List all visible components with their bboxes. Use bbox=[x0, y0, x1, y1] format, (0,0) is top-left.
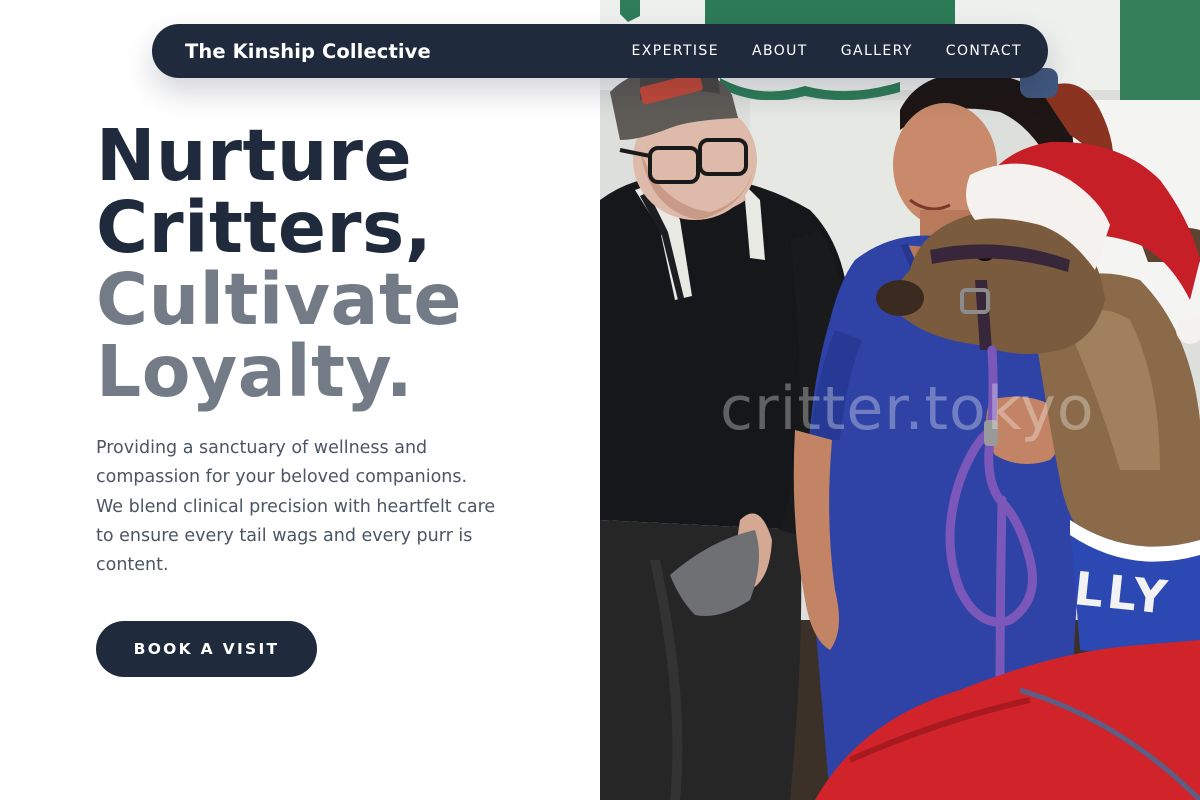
nav-link-contact[interactable]: CONTACT bbox=[946, 43, 1022, 59]
hero-headline: Nurture Critters, Cultivate Loyalty. bbox=[96, 120, 576, 408]
watermark-text: critter.tokyo bbox=[720, 374, 1095, 444]
headline-line-1: Nurture bbox=[96, 114, 413, 197]
headline-line-3: Cultivate bbox=[96, 258, 463, 341]
nav-link-about[interactable]: ABOUT bbox=[752, 43, 808, 59]
nav-link-gallery[interactable]: GALLERY bbox=[841, 43, 913, 59]
nav-link-expertise[interactable]: EXPERTISE bbox=[632, 43, 719, 59]
top-nav: The Kinship Collective EXPERTISE ABOUT G… bbox=[152, 24, 1048, 78]
book-a-visit-button[interactable]: BOOK A VISIT bbox=[96, 621, 317, 677]
hero-description: Providing a sanctuary of wellness and co… bbox=[96, 438, 496, 576]
hero-photo: LLY critter.tokyo bbox=[600, 0, 1200, 800]
nav-links: EXPERTISE ABOUT GALLERY CONTACT bbox=[632, 43, 1022, 59]
brand-logo-text[interactable]: The Kinship Collective bbox=[185, 40, 431, 63]
headline-line-4: Loyalty. bbox=[96, 330, 414, 413]
blanket-lettering: LLY bbox=[1071, 561, 1174, 625]
headline-line-2: Critters, bbox=[96, 186, 433, 269]
hero-section: Nurture Critters, Cultivate Loyalty. Pro… bbox=[96, 120, 576, 580]
